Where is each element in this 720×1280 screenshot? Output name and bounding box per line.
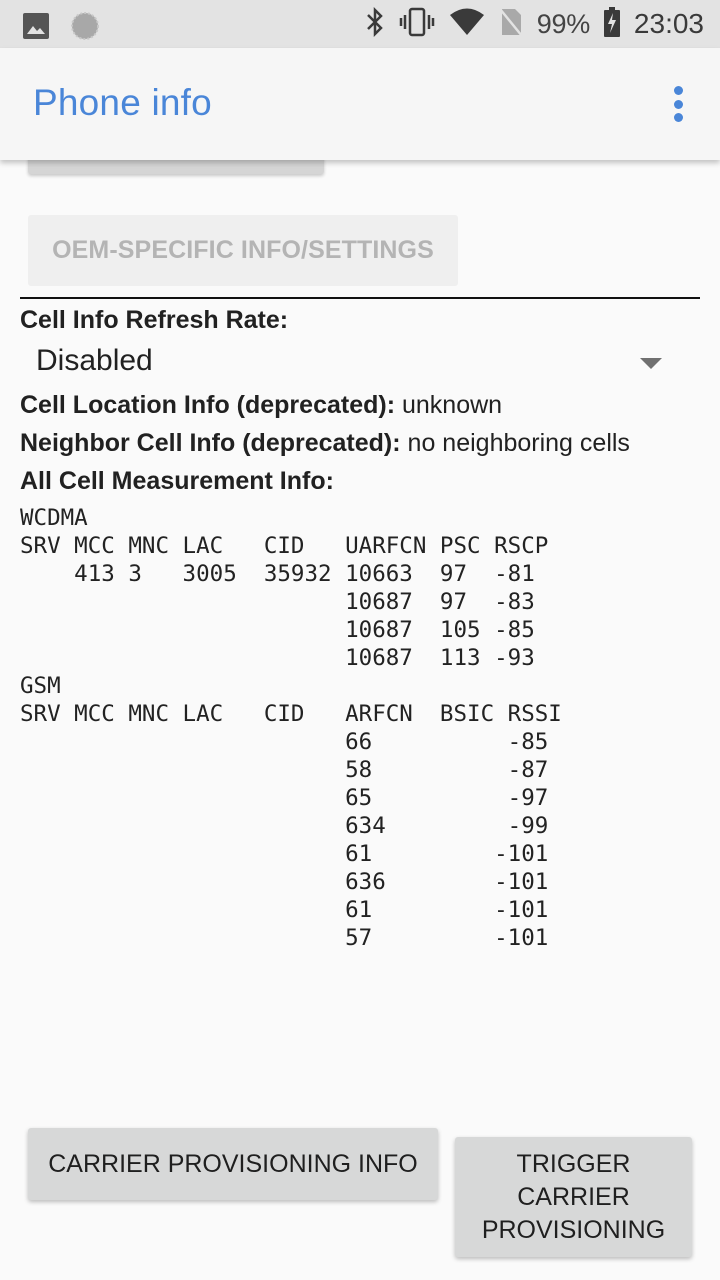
wcdma-title: WCDMA — [20, 505, 88, 531]
refresh-rate-spinner[interactable]: Disabled — [20, 340, 700, 386]
wcdma-table-row: 413 3 3005 35932 10663 97 -81 — [20, 561, 535, 587]
neighbor-cell-value: no neighboring cells — [407, 429, 630, 457]
gsm-table-row: 636 -101 — [20, 869, 549, 895]
gsm-table-row: 66 -85 — [20, 729, 549, 755]
wcdma-table-row: 10687 113 -93 — [20, 645, 535, 671]
vibrate-icon — [399, 7, 435, 42]
cell-location-row: Cell Location Info (deprecated): unknown — [20, 391, 502, 420]
gsm-title: GSM — [20, 673, 61, 699]
wcdma-table: WCDMA SRV MCC MNC LAC CID UARFCN PSC RSCP… — [20, 504, 548, 672]
dropdown-arrow-icon — [640, 358, 662, 369]
status-bar: 99% 23:03 — [0, 0, 720, 48]
wcdma-header-row: SRV MCC MNC LAC CID UARFCN PSC RSCP — [20, 533, 549, 559]
gsm-header-row: SRV MCC MNC LAC CID ARFCN BSIC RSSI — [20, 701, 562, 727]
oem-settings-button[interactable]: OEM-SPECIFIC INFO/SETTINGS — [28, 215, 458, 286]
refresh-rate-label: Cell Info Refresh Rate: — [20, 306, 289, 334]
more-vert-icon — [673, 86, 683, 95]
sync-progress-icon — [70, 11, 100, 46]
wcdma-table-row: 10687 105 -85 — [20, 617, 535, 643]
content-scroll[interactable]: OEM-SPECIFIC INFO/SETTINGS Cell Info Ref… — [0, 156, 720, 1280]
more-options-button[interactable] — [666, 86, 690, 122]
app-bar: Phone info — [0, 48, 720, 160]
neighbor-cell-label: Neighbor Cell Info (deprecated): — [20, 429, 401, 457]
clock: 23:03 — [633, 8, 704, 39]
cell-location-label: Cell Location Info (deprecated): — [20, 391, 396, 419]
carrier-provisioning-info-button[interactable]: CARRIER PROVISIONING INFO — [28, 1128, 438, 1200]
no-sim-icon — [498, 7, 523, 42]
gsm-table-row: 61 -101 — [20, 841, 549, 867]
gsm-table-row: 61 -101 — [20, 897, 549, 923]
trigger-carrier-provisioning-button[interactable]: TRIGGER CARRIER PROVISIONING — [455, 1137, 692, 1257]
refresh-rate-value: Disabled — [36, 344, 153, 377]
gsm-table-row: 57 -101 — [20, 925, 549, 951]
image-notification-icon — [22, 12, 50, 45]
all-cell-label: All Cell Measurement Info: — [20, 467, 334, 495]
neighbor-cell-row: Neighbor Cell Info (deprecated): no neig… — [20, 429, 630, 458]
page-title: Phone info — [33, 82, 212, 123]
cell-location-value: unknown — [401, 391, 503, 419]
gsm-table: GSM SRV MCC MNC LAC CID ARFCN BSIC RSSI 6… — [20, 672, 562, 952]
gsm-table-row: 58 -87 — [20, 757, 549, 783]
divider — [20, 297, 700, 299]
battery-charging-icon — [603, 6, 620, 42]
battery-percent: 99% — [536, 8, 590, 39]
wifi-icon — [449, 8, 485, 41]
bluetooth-icon — [365, 6, 385, 42]
wcdma-table-row: 10687 97 -83 — [20, 589, 535, 615]
gsm-table-row: 65 -97 — [20, 785, 549, 811]
gsm-table-row: 634 -99 — [20, 813, 549, 839]
